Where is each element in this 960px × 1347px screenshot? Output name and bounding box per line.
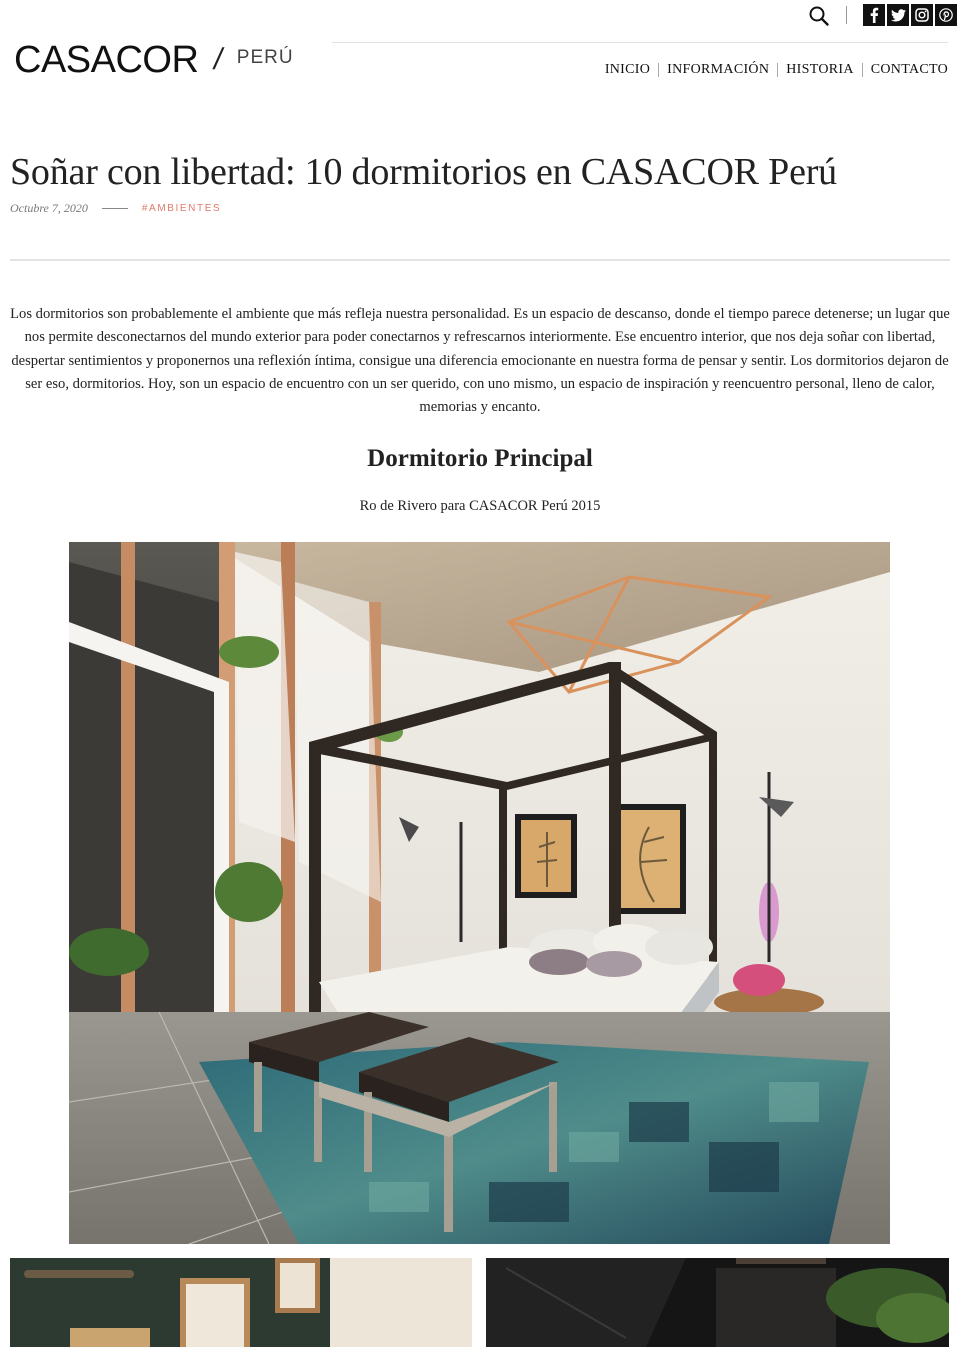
article-meta: Octubre 7, 2020 #AMBIENTES [10,201,221,216]
article-date: Octubre 7, 2020 [10,201,88,215]
main-nav: INICIO INFORMACIÓN HISTORIA CONTACTO [597,62,948,78]
social-links [863,4,957,26]
logo-country: PERÚ [236,47,294,68]
instagram-icon[interactable] [911,4,933,26]
logo-separator: / [211,43,226,76]
nav-item-inicio[interactable]: INICIO [597,62,658,78]
section-caption: Ro de Rivero para CASACOR Perú 2015 [359,498,601,514]
title-divider [10,259,950,261]
search-icon[interactable] [808,5,830,27]
facebook-icon[interactable] [863,4,885,26]
top-bar [0,0,960,40]
site-logo[interactable]: CASACOR / PERÚ [14,40,294,80]
section-title: Dormitorio Principal [367,445,593,472]
twitter-icon[interactable] [887,4,909,26]
category-tag[interactable]: #AMBIENTES [142,203,221,214]
article-title: Soñar con libertad: 10 dormitorios en CA… [10,151,837,193]
article-intro: Los dormitorios son probablemente el amb… [10,306,950,416]
topbar-divider [846,6,847,24]
meta-divider [101,208,128,209]
nav-divider [332,42,948,43]
logo-brand: CASACOR [14,39,199,81]
bedroom-photo-thumbnail [486,1258,949,1347]
nav-item-historia[interactable]: HISTORIA [778,62,861,78]
nav-item-informacion[interactable]: INFORMACIÓN [659,62,777,78]
pinterest-icon[interactable] [935,4,957,26]
nav-item-contacto[interactable]: CONTACTO [863,62,948,78]
bedroom-photo-thumbnail [10,1258,472,1347]
bedroom-photo [69,542,890,1244]
